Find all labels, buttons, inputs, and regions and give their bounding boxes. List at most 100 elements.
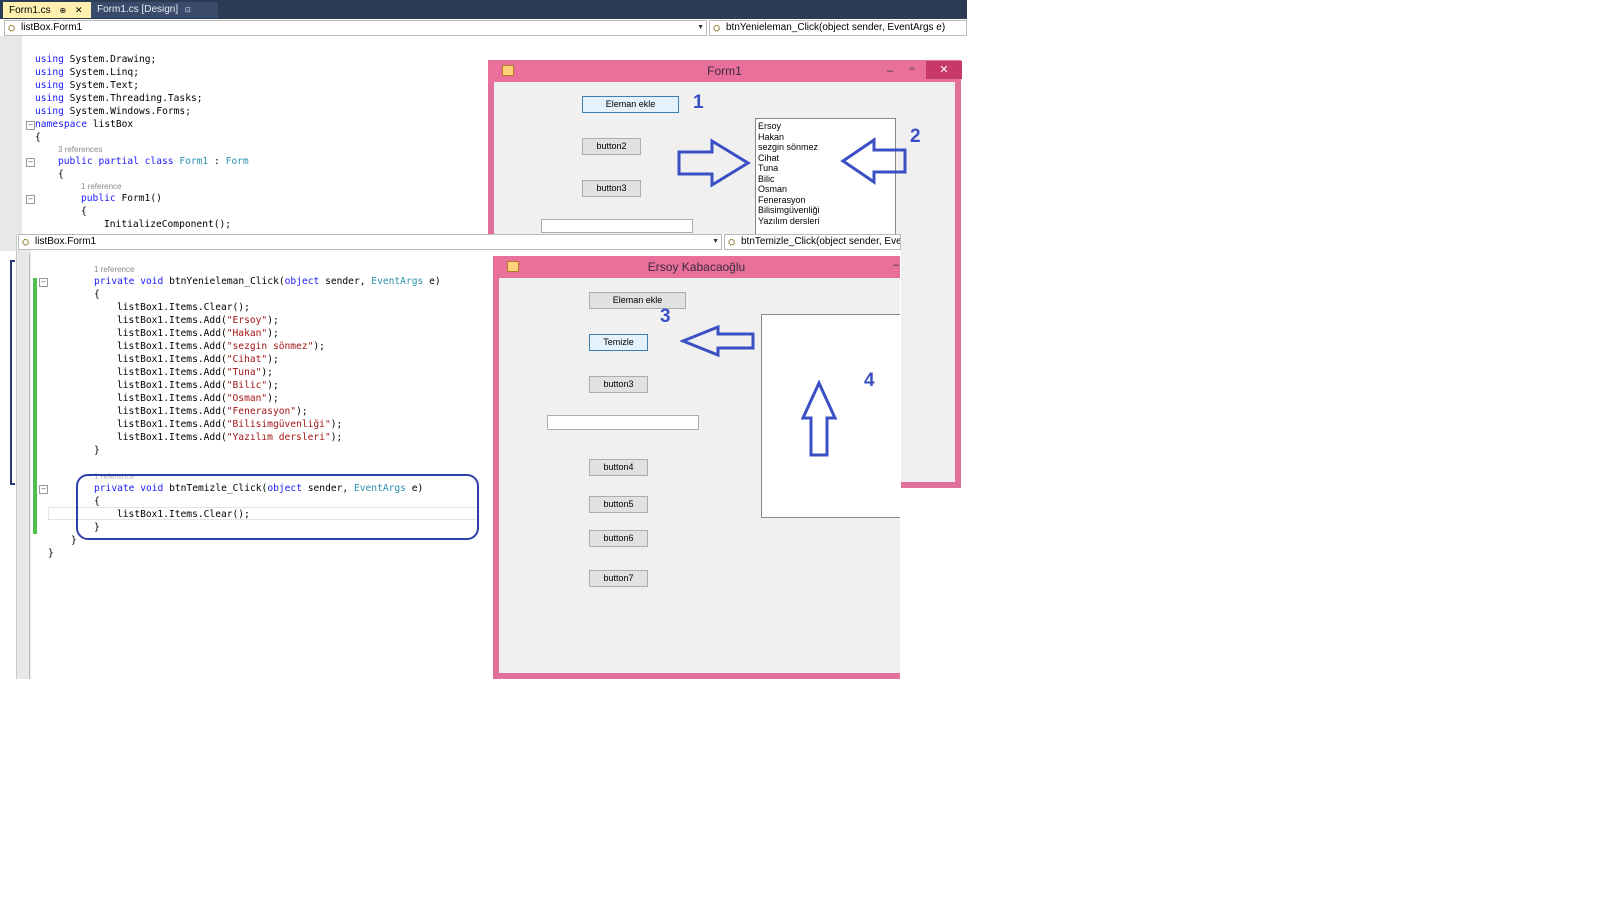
member-combo[interactable]: ⛭ btnTemizle_Click(object sender, Even bbox=[724, 234, 901, 250]
annotation-label-2: 2 bbox=[910, 126, 921, 147]
method-name: Form1() bbox=[121, 193, 162, 204]
code-text: listBox1.Items.Add( bbox=[117, 419, 227, 430]
codelens-references[interactable]: 3 references bbox=[58, 145, 102, 154]
tab-label: Form1.cs bbox=[9, 5, 51, 16]
keyword: public bbox=[58, 156, 93, 167]
keyword: class bbox=[144, 156, 174, 167]
collapse-toggle[interactable]: − bbox=[26, 158, 35, 167]
tab-form1-design[interactable]: Form1.cs [Design] ⊡ bbox=[91, 2, 218, 18]
method-declaration: private void btnYenieleman_Click(object … bbox=[94, 275, 441, 288]
keyword: partial bbox=[98, 156, 139, 167]
tab-form1-cs[interactable]: Form1.cs ⊕ ✕ bbox=[3, 2, 91, 18]
class-icon: ⛭ bbox=[8, 23, 16, 33]
namespace-name: listBox bbox=[92, 119, 134, 130]
method-icon: ⛭ bbox=[713, 23, 721, 33]
code-line: listBox1.Items.Add("Osman"); bbox=[117, 392, 279, 405]
button3[interactable]: button3 bbox=[582, 180, 641, 197]
chevron-down-icon: ▼ bbox=[712, 238, 719, 245]
listbox-item[interactable]: Ersoy bbox=[758, 121, 893, 132]
member-combo-value: btnYenieleman_Click(object sender, Event… bbox=[726, 22, 946, 33]
member-combo[interactable]: ⛭ btnYenieleman_Click(object sender, Eve… bbox=[709, 20, 967, 36]
button3[interactable]: button3 bbox=[589, 376, 648, 393]
code-text: ); bbox=[296, 406, 308, 417]
code-text: ); bbox=[267, 315, 279, 326]
minimize-button[interactable]: – bbox=[893, 254, 899, 276]
code-line: System.Text; bbox=[69, 80, 139, 91]
string-literal: "Ersoy" bbox=[226, 315, 268, 326]
change-marker bbox=[33, 278, 37, 534]
code-text: listBox1.Items.Add( bbox=[117, 328, 227, 339]
code-line: } bbox=[48, 548, 54, 559]
code-text: ); bbox=[313, 341, 325, 352]
string-literal: "Bilisimgüvenliği" bbox=[226, 419, 331, 430]
class-combo-value: listBox.Form1 bbox=[35, 236, 97, 247]
minimize-button[interactable]: – bbox=[887, 60, 893, 82]
code-text: ); bbox=[267, 354, 279, 365]
code-line: listBox1.Items.Clear(); bbox=[117, 302, 250, 313]
code-text: listBox1.Items.Add( bbox=[117, 367, 227, 378]
textbox[interactable] bbox=[547, 415, 699, 430]
namespace-line: namespace listBox bbox=[35, 118, 133, 131]
code-text: ); bbox=[330, 432, 343, 443]
code-line: { bbox=[58, 169, 64, 180]
code-text: ); bbox=[267, 328, 279, 339]
type-name: Form1 bbox=[179, 156, 209, 167]
pin-icon[interactable]: ⊕ bbox=[59, 6, 66, 15]
listbox-item[interactable]: Bilisimgüvenliği bbox=[758, 205, 893, 216]
gutter-line bbox=[29, 254, 30, 679]
code-text: listBox1.Items.Add( bbox=[117, 354, 227, 365]
code-line: { bbox=[81, 206, 87, 217]
keyword: object bbox=[284, 276, 320, 287]
code-line: listBox1.Items.Add("Hakan"); bbox=[117, 327, 279, 340]
tab-label: Form1.cs [Design] bbox=[97, 4, 179, 15]
class-declaration: public partial class Form1 : Form bbox=[58, 155, 249, 168]
button6[interactable]: button6 bbox=[589, 530, 648, 547]
collapse-toggle[interactable]: − bbox=[39, 278, 48, 287]
form2-titlebar[interactable]: Ersoy Kabacaoğlu – bbox=[493, 256, 900, 278]
close-icon[interactable]: ✕ bbox=[75, 5, 83, 15]
class-combo[interactable]: ⛭ listBox.Form1 ▼ bbox=[18, 234, 722, 250]
code-line: listBox1.Items.Add("Cihat"); bbox=[117, 353, 279, 366]
button7[interactable]: button7 bbox=[589, 570, 648, 587]
button2[interactable]: button2 bbox=[582, 138, 641, 155]
code-text: listBox1.Items.Add( bbox=[117, 406, 227, 417]
code-text: listBox1.Items.Add( bbox=[117, 393, 227, 404]
listbox-item[interactable]: Yazılım dersleri bbox=[758, 216, 893, 227]
keyword: namespace bbox=[35, 119, 87, 130]
class-combo-value: listBox.Form1 bbox=[21, 22, 83, 33]
code-line: listBox1.Items.Add("Fenerasyon"); bbox=[117, 405, 308, 418]
collapse-toggle[interactable]: − bbox=[26, 121, 35, 130]
string-literal: "Fenerasyon" bbox=[226, 406, 297, 417]
string-literal: "Hakan" bbox=[226, 328, 268, 339]
button5[interactable]: button5 bbox=[589, 496, 648, 513]
collapse-toggle[interactable]: − bbox=[26, 195, 35, 204]
form-icon bbox=[507, 261, 519, 272]
textbox[interactable] bbox=[541, 219, 693, 233]
code-text: listBox1.Items.Add( bbox=[117, 432, 227, 443]
codelens-references[interactable]: 1 reference bbox=[81, 182, 121, 191]
string-literal: "sezgin sönmez" bbox=[226, 341, 314, 352]
eleman-ekle-button[interactable]: Eleman ekle bbox=[582, 96, 679, 113]
code-text: ); bbox=[267, 393, 279, 404]
eleman-ekle-button[interactable]: Eleman ekle bbox=[589, 292, 686, 309]
window-title: Form1 bbox=[707, 64, 742, 78]
param: sender, bbox=[325, 276, 366, 287]
close-button[interactable]: ✕ bbox=[926, 61, 962, 79]
listbox-item[interactable]: Osman bbox=[758, 184, 893, 195]
code-line: { bbox=[35, 132, 41, 143]
form1-titlebar[interactable]: Form1 – ▫ ✕ bbox=[488, 58, 962, 82]
temizle-button[interactable]: Temizle bbox=[589, 334, 648, 351]
string-literal: "Cihat" bbox=[226, 354, 268, 365]
type-name: Form bbox=[225, 156, 249, 167]
code-text: ); bbox=[330, 419, 343, 430]
collapse-toggle[interactable]: − bbox=[39, 485, 48, 494]
keyword: public bbox=[81, 193, 116, 204]
code-line: InitializeComponent(); bbox=[104, 219, 232, 230]
class-combo[interactable]: ⛭ listBox.Form1 ▼ bbox=[4, 20, 707, 36]
maximize-button[interactable]: ▫ bbox=[910, 58, 914, 80]
button4[interactable]: button4 bbox=[589, 459, 648, 476]
highlight-box bbox=[76, 474, 479, 540]
codelens-references[interactable]: 1 reference bbox=[94, 265, 134, 274]
method-icon: ⛭ bbox=[728, 237, 736, 247]
listbox-item[interactable]: Fenerasyon bbox=[758, 195, 893, 206]
